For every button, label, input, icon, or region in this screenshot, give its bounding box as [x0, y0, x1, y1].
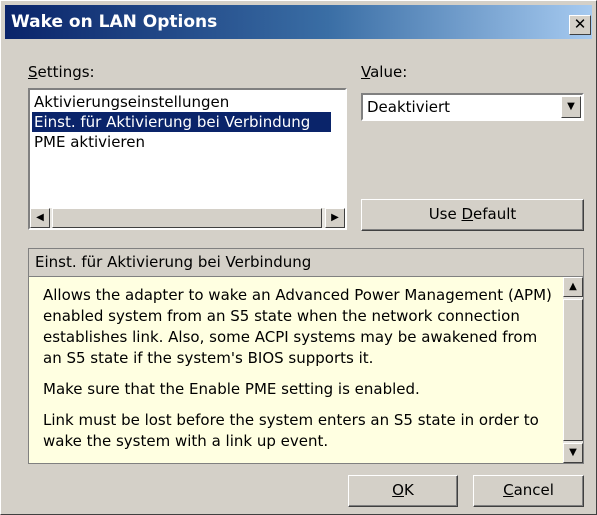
scroll-right-button[interactable]: ▶ — [325, 208, 345, 228]
chevron-down-icon: ▼ — [567, 101, 575, 112]
description-box: Allows the adapter to wake an Advanced P… — [28, 276, 584, 464]
dialog-window: Wake on LAN Options ✕ Settings: Value: A… — [0, 0, 597, 515]
vertical-scroll-thumb[interactable] — [563, 299, 583, 441]
description-header: Einst. für Aktivierung bei Verbindung — [28, 248, 584, 276]
description-paragraph: Allows the adapter to wake an Advanced P… — [43, 286, 552, 367]
vertical-scrollbar[interactable]: ▲ ▼ — [563, 277, 583, 463]
settings-listbox[interactable]: Aktivierungseinstellungen Einst. für Akt… — [28, 88, 347, 230]
description-paragraph: Link must be lost before the system ente… — [43, 411, 539, 450]
settings-label: Settings: — [28, 63, 95, 81]
description-text: Allows the adapter to wake an Advanced P… — [43, 285, 553, 462]
arrow-up-icon: ▲ — [569, 281, 577, 292]
horizontal-scrollbar[interactable]: ◀ ▶ — [30, 208, 345, 228]
scroll-left-button[interactable]: ◀ — [30, 208, 50, 228]
cancel-button[interactable]: Cancel — [473, 475, 584, 507]
description-paragraph: Make sure that the Enable PME setting is… — [43, 380, 420, 398]
list-item-pme-aktivieren[interactable]: PME aktivieren — [32, 132, 145, 152]
arrow-right-icon: ▶ — [331, 212, 339, 223]
dropdown-button[interactable]: ▼ — [561, 96, 581, 118]
title-bar[interactable]: Wake on LAN Options ✕ — [5, 5, 592, 39]
arrow-down-icon: ▼ — [569, 447, 577, 458]
scroll-up-button[interactable]: ▲ — [563, 277, 583, 297]
value-label: Value: — [361, 63, 408, 81]
close-icon: ✕ — [573, 15, 587, 33]
ok-button[interactable]: OK — [348, 475, 458, 507]
list-item-aktivierungseinstellungen[interactable]: Aktivierungseinstellungen — [32, 92, 229, 112]
scroll-down-button[interactable]: ▼ — [563, 443, 583, 463]
value-dropdown[interactable]: Deaktiviert ▼ — [361, 93, 584, 121]
window-title: Wake on LAN Options — [11, 12, 218, 32]
value-selected: Deaktiviert — [367, 98, 451, 116]
arrow-left-icon: ◀ — [36, 212, 44, 223]
horizontal-scroll-thumb[interactable] — [52, 208, 322, 228]
use-default-button[interactable]: Use Default — [361, 199, 584, 231]
close-button[interactable]: ✕ — [569, 15, 591, 35]
list-item-einst-aktivierung-verbindung[interactable]: Einst. für Aktivierung bei Verbindung — [32, 112, 331, 132]
